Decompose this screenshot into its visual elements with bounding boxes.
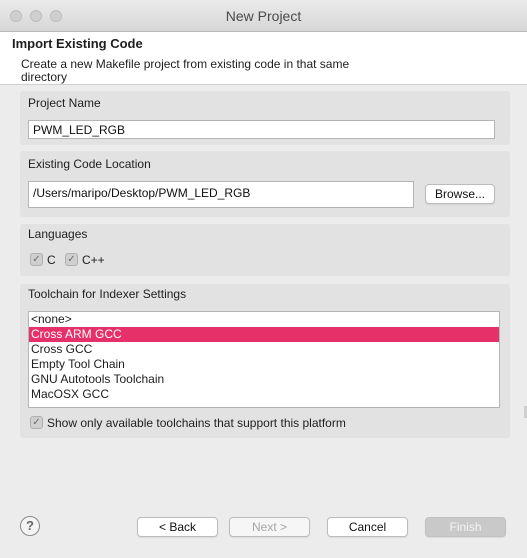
toolchain-item-none[interactable]: <none> [29,312,499,327]
language-cpp-label: C++ [82,253,105,267]
project-name-label: Project Name [28,96,101,110]
wizard-banner: Import Existing Code Create a new Makefi… [0,32,527,85]
cancel-button[interactable]: Cancel [327,517,408,537]
code-location-input[interactable]: /Users/maripo/Desktop/PWM_LED_RGB [28,181,414,208]
languages-group: Languages ✓ C ✓ C++ [20,224,510,276]
toolchain-item-cross-gcc[interactable]: Cross GCC [29,342,499,357]
toolchain-list[interactable]: <none> Cross ARM GCC Cross GCC Empty Too… [28,311,500,408]
project-name-input[interactable]: PWM_LED_RGB [28,120,495,139]
title-bar[interactable]: New Project [0,0,527,32]
language-c-checkbox[interactable]: ✓ [30,253,43,266]
new-project-dialog: New Project Import Existing Code Create … [0,0,527,558]
show-only-available-checkbox[interactable]: ✓ [30,416,43,429]
toolchain-item-macosx-gcc[interactable]: MacOSX GCC [29,387,499,402]
next-button: Next > [229,517,310,537]
wizard-page-title: Import Existing Code [12,36,143,51]
toolchain-group: Toolchain for Indexer Settings <none> Cr… [20,284,510,438]
project-name-group: Project Name PWM_LED_RGB [20,91,510,145]
toolchain-item-gnu-autotools[interactable]: GNU Autotools Toolchain [29,372,499,387]
finish-button: Finish [425,517,506,537]
window-title: New Project [225,8,302,24]
show-only-available-label: Show only available toolchains that supp… [47,416,346,430]
toolchain-item-empty-tool-chain[interactable]: Empty Tool Chain [29,357,499,372]
language-cpp-checkbox[interactable]: ✓ [65,253,78,266]
code-location-label: Existing Code Location [28,157,151,171]
toolchain-label: Toolchain for Indexer Settings [28,287,187,301]
language-c-label: C [47,253,56,267]
help-icon[interactable]: ? [20,516,40,536]
wizard-page-description: Create a new Makefile project from exist… [21,57,350,84]
toolchain-item-cross-arm-gcc[interactable]: Cross ARM GCC [29,327,499,342]
code-location-group: Existing Code Location /Users/maripo/Des… [20,151,510,217]
browse-button[interactable]: Browse... [425,184,495,204]
languages-label: Languages [28,227,88,241]
back-button[interactable]: < Back [137,517,218,537]
